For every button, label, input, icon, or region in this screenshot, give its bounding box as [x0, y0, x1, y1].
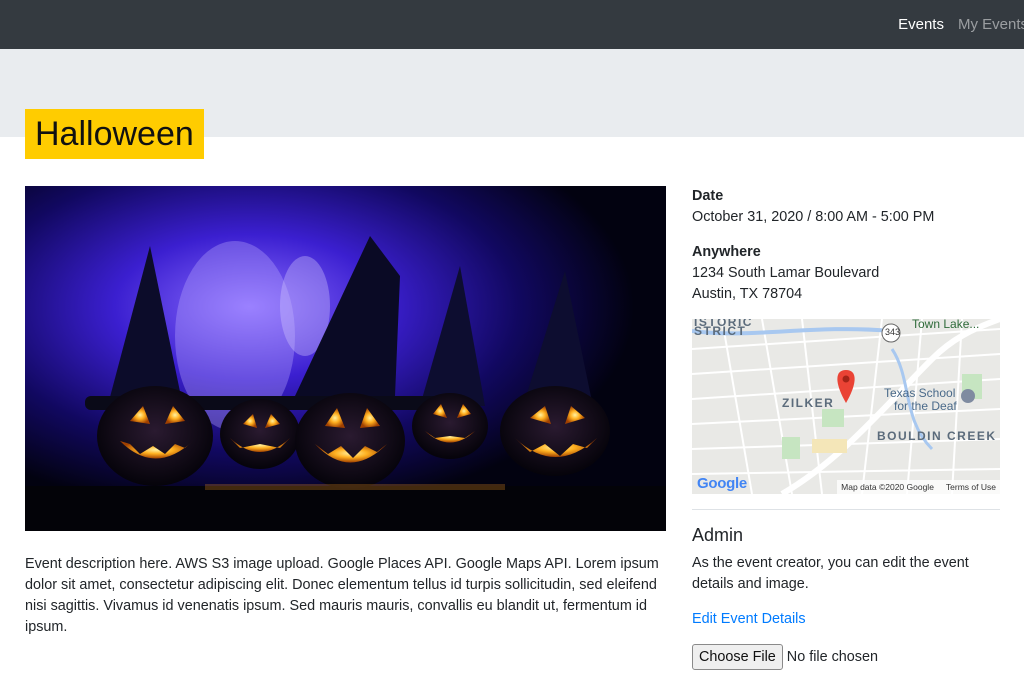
date-value: October 31, 2020 / 8:00 AM - 5:00 PM	[692, 209, 935, 225]
location-map[interactable]: ISTORIC STRICT ZILKER BOULDIN CREEK Town…	[692, 319, 1000, 494]
address-line-2: Austin, TX 78704	[692, 286, 803, 302]
admin-heading: Admin	[692, 525, 744, 545]
map-label-zilker: ZILKER	[782, 396, 835, 410]
event-title: Halloween	[25, 109, 204, 159]
map-footer: Map data ©2020 Google Terms of Use	[837, 480, 1000, 494]
top-navbar: Events My Events	[0, 0, 1024, 49]
nav-link-my-events[interactable]: My Events	[958, 16, 1024, 33]
location-name: Anywhere	[692, 244, 761, 260]
map-data-attribution: Map data ©2020 Google	[841, 482, 934, 492]
nav-links: Events My Events	[898, 0, 1024, 49]
date-label: Date	[692, 188, 724, 204]
file-status: No file chosen	[786, 649, 878, 665]
map-label-bouldin: BOULDIN CREEK	[877, 429, 997, 443]
image-file-input: Choose File No file chosen	[692, 644, 878, 670]
event-details: Date October 31, 2020 / 8:00 AM - 5:00 P…	[692, 186, 1002, 319]
google-logo-text: Google	[697, 475, 747, 492]
admin-description: As the event creator, you can edit the e…	[692, 555, 969, 592]
nav-link-events[interactable]: Events	[898, 16, 944, 33]
event-image	[25, 186, 666, 531]
section-divider	[692, 509, 1000, 510]
event-description: Event description here. AWS S3 image upl…	[25, 556, 659, 635]
map-label-school-2: for the Deaf	[894, 399, 957, 413]
google-logo: Google	[697, 475, 747, 492]
map-terms-link[interactable]: Terms of Use	[946, 480, 996, 494]
map-label-school: Texas School	[884, 386, 956, 400]
map-label-town-lake: Town Lake...	[912, 319, 980, 331]
edit-event-link[interactable]: Edit Event Details	[692, 609, 806, 630]
address-line-1: 1234 South Lamar Boulevard	[692, 265, 880, 281]
map-label-district: STRICT	[694, 324, 747, 338]
choose-file-button[interactable]: Choose File	[692, 644, 783, 670]
map-label-road: 343	[885, 327, 901, 337]
